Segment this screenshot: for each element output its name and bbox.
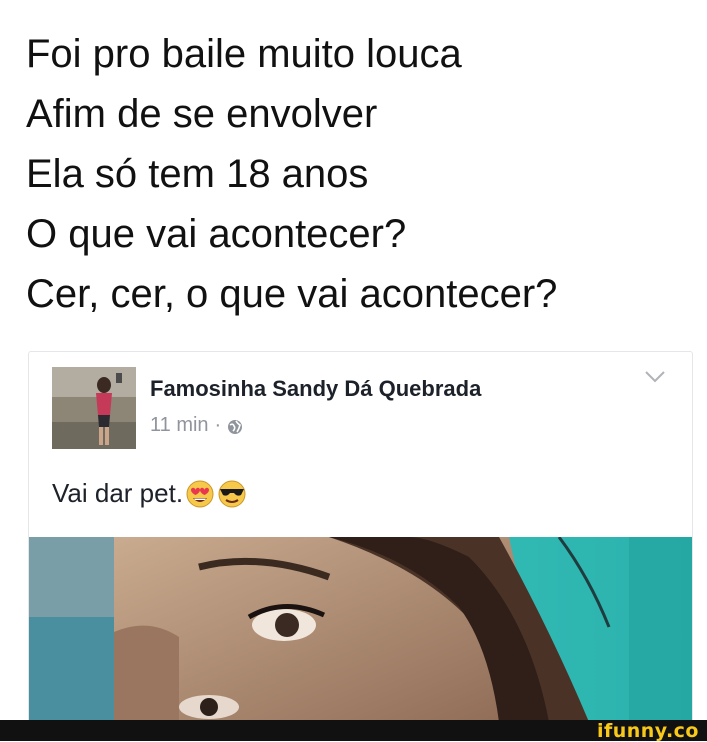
heart-eyes-emoji — [185, 479, 215, 509]
sunglasses-emoji — [217, 479, 247, 509]
caption-line: Afim de se envolver — [26, 92, 378, 136]
meme-caption: Foi pro baile muito louca Afim de se env… — [26, 24, 686, 324]
post-photo[interactable] — [29, 537, 692, 722]
caption-line: Foi pro baile muito louca — [26, 32, 462, 76]
post-timestamp[interactable]: 11 min — [150, 414, 209, 437]
post-meta: 11 min · — [150, 414, 243, 437]
caption-line: Cer, cer, o que vai acontecer? — [26, 272, 558, 316]
post-author-name[interactable]: Famosinha Sandy Dá Quebrada — [150, 376, 481, 402]
post-text-content: Vai dar pet. — [52, 478, 184, 508]
globe-icon — [227, 418, 243, 434]
post-text: Vai dar pet. — [52, 478, 247, 509]
selfie-photo — [29, 537, 692, 722]
chevron-down-icon[interactable] — [644, 370, 666, 384]
meta-separator: · — [214, 414, 222, 436]
facebook-post-card: Famosinha Sandy Dá Quebrada 11 min · Vai… — [28, 351, 693, 722]
bottom-bar: ifunny.co — [0, 720, 707, 741]
caption-line: Ela só tem 18 anos — [26, 152, 369, 196]
ifunny-watermark: ifunny.co — [596, 720, 699, 742]
caption-line: O que vai acontecer? — [26, 212, 407, 256]
avatar[interactable] — [52, 367, 136, 449]
avatar-photo — [52, 367, 136, 449]
